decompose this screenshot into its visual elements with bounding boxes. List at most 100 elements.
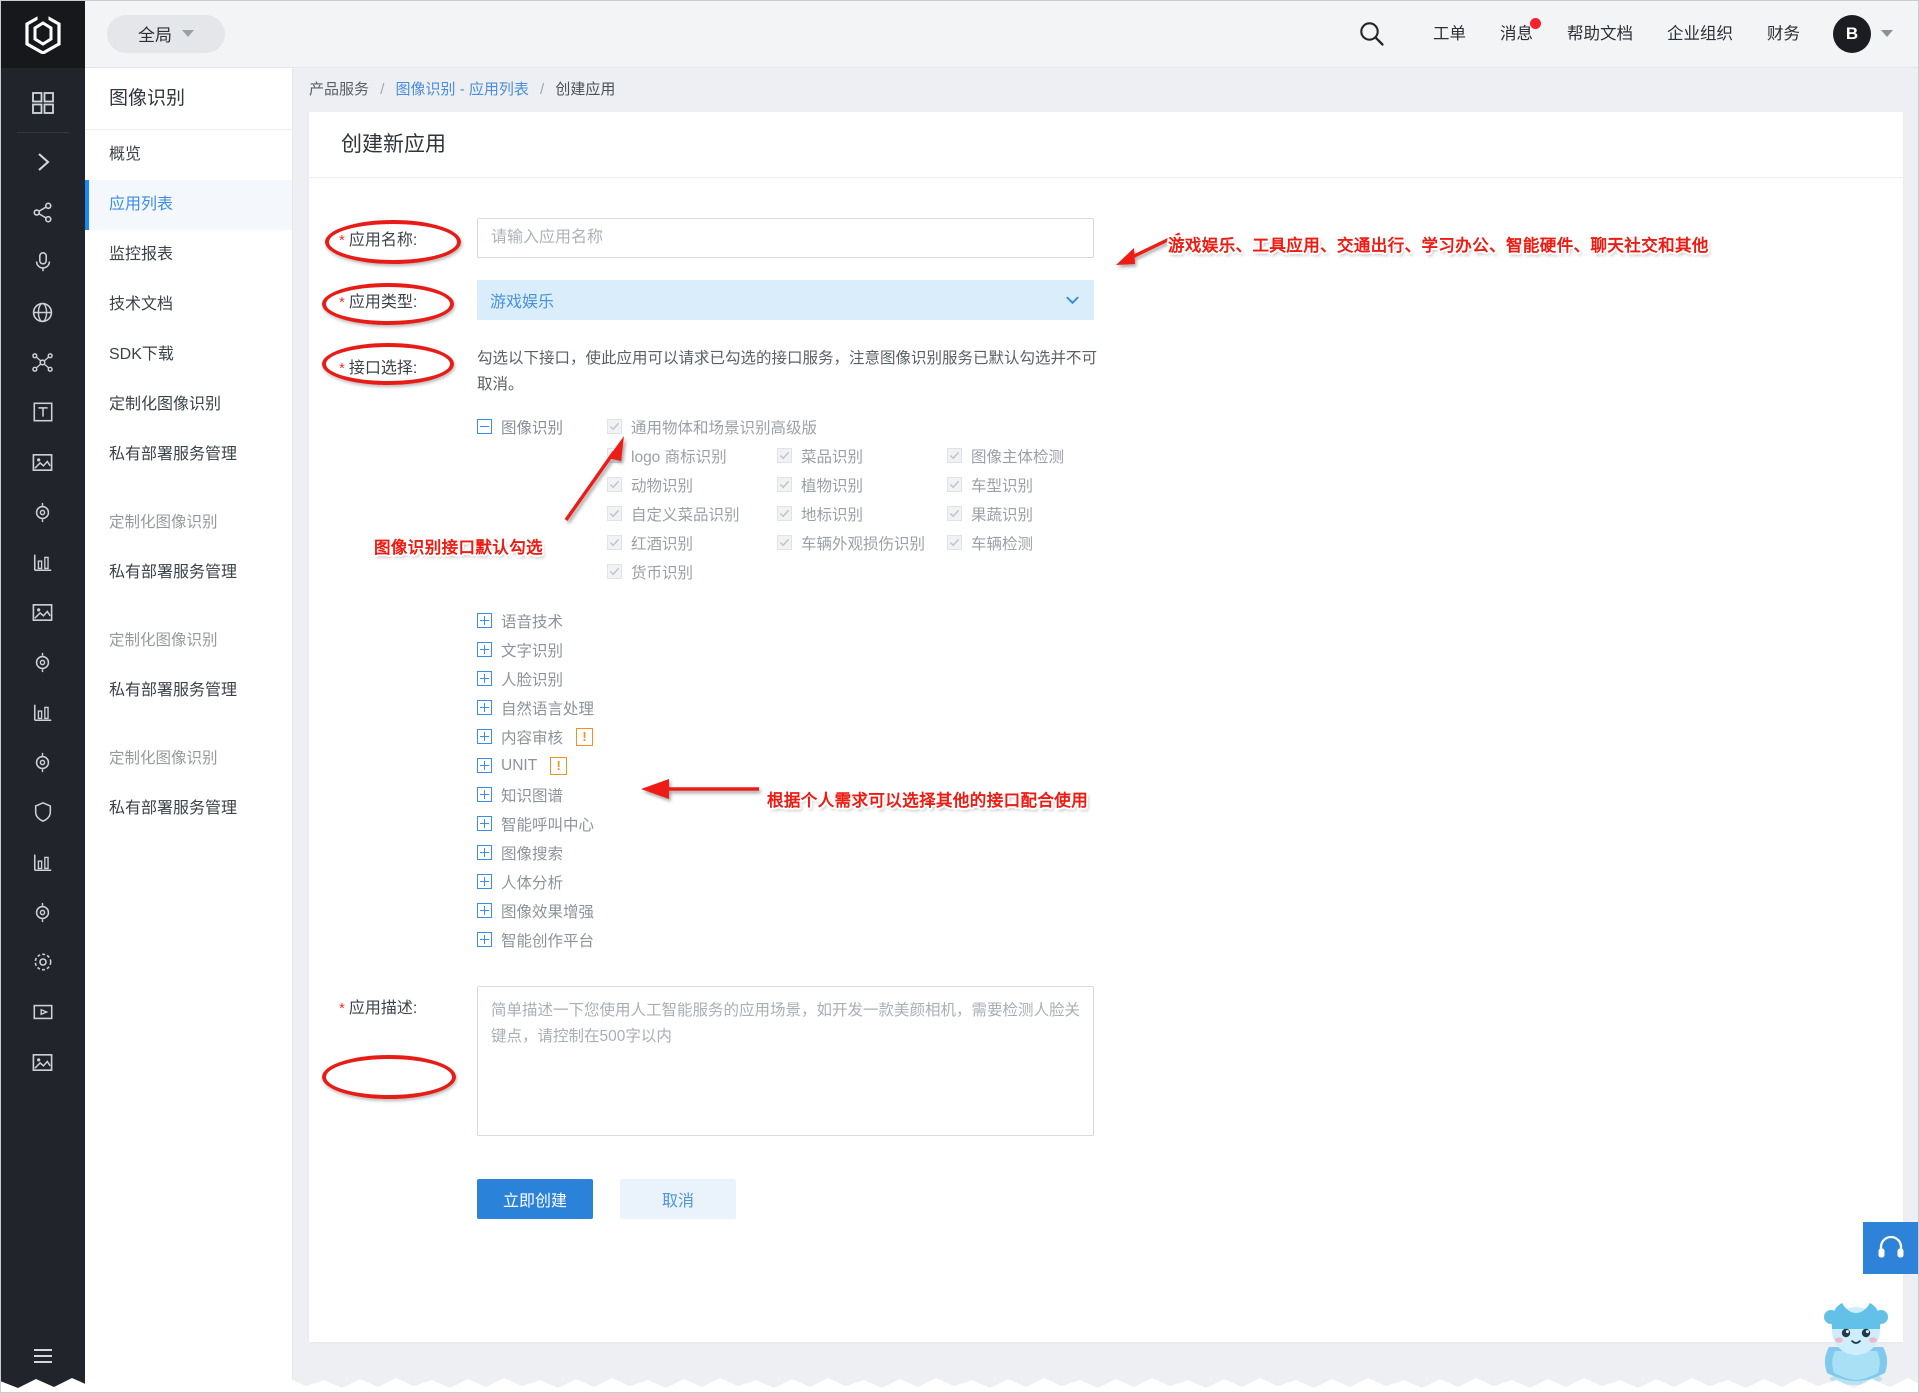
sidebar-item-custom-image-recognition-4[interactable]: 定制化图像识别 [85,734,292,784]
app-description-textarea[interactable] [477,986,1094,1136]
plus-icon[interactable] [477,787,492,802]
gear-icon [34,953,51,971]
sidebar-item-custom-image-recognition-2[interactable]: 定制化图像识别 [85,498,292,548]
tree-group-image-search[interactable]: 图像搜索 [477,838,1903,867]
plus-icon[interactable] [477,613,492,628]
rail-item-expand[interactable] [0,137,85,187]
minus-icon[interactable] [477,419,492,434]
scope-selector[interactable]: 全局 [107,14,225,53]
rail-item-chart-1[interactable] [0,537,85,587]
rail-item-face-2[interactable] [0,637,85,687]
tree-group-call-center[interactable]: 智能呼叫中心 [477,809,1903,838]
label-app-type: * 应用类型: [309,280,477,320]
sidebar-item-label: 应用列表 [109,196,174,213]
bar-chart-icon [33,554,51,572]
rail-item-network[interactable] [0,187,85,237]
tree-group-creative-platform[interactable]: 智能创作平台 [477,925,1903,954]
sidebar-item-private-deploy-4[interactable]: 私有部署服务管理 [85,784,292,834]
support-button[interactable] [1863,1222,1919,1274]
top-link-organization[interactable]: 企业组织 [1650,0,1750,68]
tree-group-content-moderation[interactable]: 内容审核 ! [477,722,1903,751]
top-link-label: 消息 [1500,24,1533,43]
app-type-selected-value: 游戏娱乐 [490,294,555,311]
top-link-messages[interactable]: 消息 [1483,0,1550,68]
rail-item-shield[interactable] [0,787,85,837]
breadcrumb-app-list[interactable]: 图像识别 - 应用列表 [396,81,529,98]
checkbox-checked-disabled-icon [947,477,962,492]
sidebar-item-private-deploy[interactable]: 私有部署服务管理 [85,430,292,480]
plus-icon[interactable] [477,642,492,657]
rail-item-image-1[interactable] [0,437,85,487]
rail-item-voice[interactable] [0,237,85,287]
breadcrumb-root[interactable]: 产品服务 [309,81,369,98]
create-button[interactable]: 立即创建 [477,1179,593,1219]
tree-group-nlp[interactable]: 自然语言处理 [477,693,1903,722]
image-icon [32,1053,53,1071]
sidebar-item-private-deploy-3[interactable]: 私有部署服务管理 [85,666,292,716]
breadcrumb: 产品服务 / 图像识别 - 应用列表 / 创建应用 [293,68,1919,112]
rail-item-face-3[interactable] [0,737,85,787]
tree-toggle-image-recognition[interactable]: 图像识别 [477,412,607,441]
plus-icon[interactable] [477,874,492,889]
tree-group-unit[interactable]: UNIT ! [477,751,1903,780]
checkbox-item: 自定义菜品识别 [607,499,777,528]
plus-icon[interactable] [477,845,492,860]
tree-group-image-enhance[interactable]: 图像效果增强 [477,896,1903,925]
search-icon [1359,22,1384,46]
brand-logo[interactable] [0,0,85,68]
plus-icon[interactable] [477,729,492,744]
rail-item-nlp[interactable] [0,337,85,387]
rail-item-ocr[interactable] [0,387,85,437]
avatar[interactable]: B [1833,14,1871,53]
plus-icon[interactable] [477,758,492,773]
rail-item-image-2[interactable] [0,587,85,637]
plus-icon[interactable] [477,700,492,715]
required-mark: * [339,360,345,377]
product-sidebar: 图像识别 概览 应用列表 监控报表 技术文档 SDK下载 定制化图像识别 私有部… [85,68,293,1393]
sidebar-item-custom-image-recognition[interactable]: 定制化图像识别 [85,380,292,430]
tree-group-speech[interactable]: 语音技术 [477,606,1903,635]
sidebar-item-sdk-download[interactable]: SDK下载 [85,330,292,380]
rail-item-video[interactable] [0,987,85,1037]
tree-group-knowledge-graph[interactable]: 知识图谱 [477,780,1903,809]
scope-label: 全局 [138,26,172,45]
rail-item-face-4[interactable] [0,887,85,937]
plus-icon[interactable] [477,816,492,831]
rail-item-dashboard[interactable] [0,78,85,128]
sidebar-item-tech-docs[interactable]: 技术文档 [85,280,292,330]
plus-icon[interactable] [477,932,492,947]
checkbox-label: 果蔬识别 [971,506,1034,524]
cancel-button[interactable]: 取消 [620,1179,736,1219]
sidebar-item-private-deploy-2[interactable]: 私有部署服务管理 [85,548,292,598]
tree-group-face[interactable]: 人脸识别 [477,664,1903,693]
checkbox-label: 动物识别 [631,477,694,495]
rail-item-chart-3[interactable] [0,837,85,887]
avatar-chevron-down-icon[interactable] [1881,30,1893,37]
app-name-input[interactable] [477,218,1094,258]
tree-group-ocr[interactable]: 文字识别 [477,635,1903,664]
rail-item-settings[interactable] [0,937,85,987]
rail-item-image-3[interactable] [0,1037,85,1087]
sidebar-item-custom-image-recognition-3[interactable]: 定制化图像识别 [85,616,292,666]
top-link-tickets[interactable]: 工单 [1416,0,1483,68]
plus-icon[interactable] [477,903,492,918]
plus-icon[interactable] [477,671,492,686]
rail-item-face-1[interactable] [0,487,85,537]
annotation-text-app-types: 游戏娱乐、工具应用、交通出行、学习办公、智能硬件、聊天社交和其他 [1168,237,1709,255]
rail-item-chart-2[interactable] [0,687,85,737]
sidebar-item-monitor-report[interactable]: 监控报表 [85,230,292,280]
app-type-select[interactable]: 游戏娱乐 [477,280,1094,320]
sidebar-item-app-list[interactable]: 应用列表 [85,180,292,230]
rail-item-globe[interactable] [0,287,85,337]
top-link-finance[interactable]: 财务 [1750,0,1817,68]
tree-group-body-analysis[interactable]: 人体分析 [477,867,1903,896]
sidebar-item-overview[interactable]: 概览 [85,130,292,180]
warning-icon[interactable]: ! [550,756,568,775]
label-text: 应用描述: [348,1000,418,1017]
sidebar-item-label: 概览 [109,146,142,163]
checkbox-item: 菜品识别 [777,441,947,470]
rail-item-collapse-menu[interactable] [0,1331,85,1381]
warning-icon[interactable]: ! [576,727,594,746]
top-link-help-docs[interactable]: 帮助文档 [1550,0,1650,68]
search-button[interactable] [1344,7,1398,61]
